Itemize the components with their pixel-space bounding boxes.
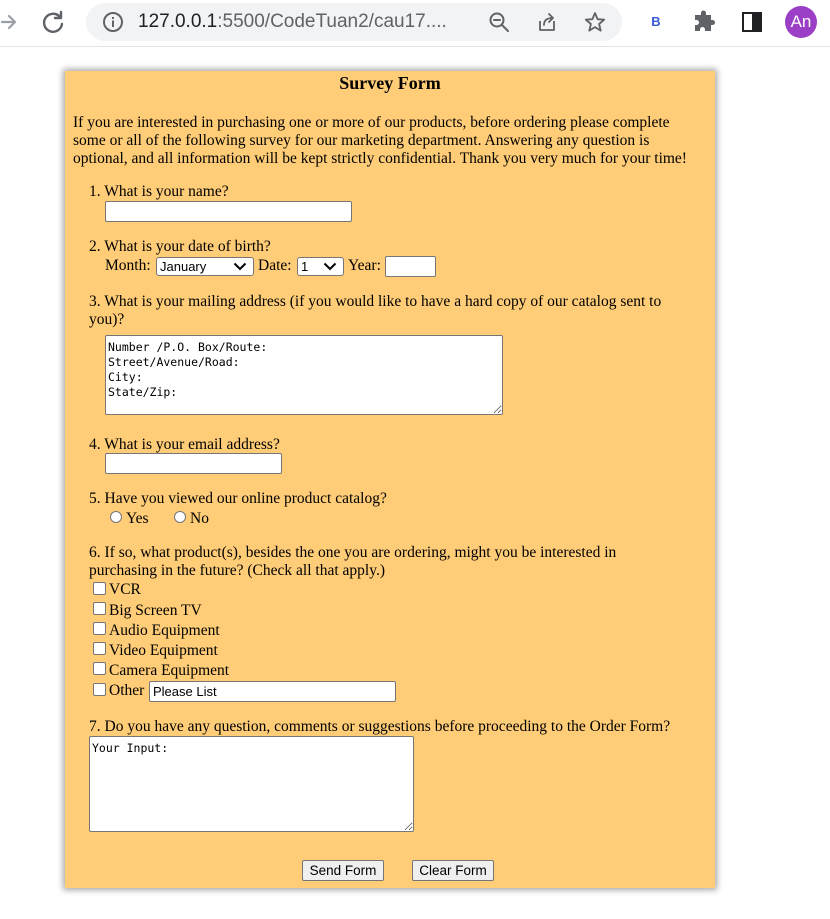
forward-arrow-icon[interactable]: [0, 8, 20, 36]
chevron-down-icon: [233, 262, 247, 271]
date-select[interactable]: 1: [297, 257, 344, 276]
bookmark-star-icon[interactable]: [584, 11, 606, 33]
profile-avatar[interactable]: An: [785, 6, 817, 38]
video-equipment-label: Video Equipment: [109, 642, 218, 659]
month-label: Month:: [105, 257, 151, 274]
form-title: Survey Form: [339, 73, 441, 93]
info-icon[interactable]: [102, 11, 124, 33]
survey-form-panel: Survey Form If you are interested in pur…: [65, 71, 715, 888]
catalog-yes-radio[interactable]: [110, 511, 122, 523]
camera-equipment-checkbox[interactable]: [93, 662, 106, 675]
q6-label-line2: purchasing in the future? (Check all tha…: [89, 562, 385, 579]
year-label: Year:: [348, 257, 381, 274]
q7-label: 7. Do you have any question, comments or…: [89, 718, 671, 735]
camera-equipment-label: Camera Equipment: [109, 662, 230, 679]
other-label: Other: [109, 682, 145, 699]
date-label: Date:: [258, 257, 292, 274]
q6-label-line1: 6. If so, what product(s), besides the o…: [89, 544, 617, 561]
email-input[interactable]: [105, 453, 282, 474]
vcr-label: VCR: [109, 581, 141, 598]
catalog-yes-label: Yes: [126, 510, 149, 527]
q3-label-line2: you)?: [89, 311, 125, 328]
reload-icon[interactable]: [40, 9, 66, 35]
q1-label: 1. What is your name?: [89, 183, 229, 200]
mailing-address-textarea[interactable]: Number /P.O. Box/Route: Street/Avenue/Ro…: [105, 335, 503, 415]
share-icon[interactable]: [536, 11, 558, 33]
chevron-down-icon: [323, 262, 337, 271]
intro-line: optional, and all information will be ke…: [73, 150, 687, 167]
vcr-checkbox[interactable]: [93, 582, 106, 595]
big-screen-tv-checkbox[interactable]: [93, 602, 106, 615]
zoom-out-icon[interactable]: [488, 11, 510, 33]
q2-label: 2. What is your date of birth?: [89, 238, 271, 255]
q3-label-line1: 3. What is your mailing address (if you …: [89, 293, 662, 310]
comments-textarea[interactable]: Your Input:: [89, 736, 414, 832]
other-checkbox[interactable]: [93, 683, 106, 696]
address-bar[interactable]: 127.0.0.1:5500/CodeTuan2/cau17....: [86, 3, 622, 41]
intro-line: some or all of the following survey for …: [73, 132, 650, 149]
month-select[interactable]: January: [156, 257, 254, 276]
audio-equipment-label: Audio Equipment: [109, 622, 220, 639]
month-select-value: January: [160, 259, 207, 274]
other-products-input[interactable]: [149, 681, 396, 702]
audio-equipment-checkbox[interactable]: [93, 622, 106, 635]
q4-label: 4. What is your email address?: [89, 436, 280, 453]
url-text[interactable]: 127.0.0.1:5500/CodeTuan2/cau17....: [138, 9, 447, 35]
side-panel-icon[interactable]: [741, 11, 763, 33]
url-host: 127.0.0.1: [138, 11, 218, 32]
url-path: :5500/CodeTuan2/cau17....: [217, 11, 447, 32]
extension-b-icon[interactable]: B: [648, 13, 664, 31]
name-input[interactable]: [105, 201, 352, 222]
browser-toolbar: 127.0.0.1:5500/CodeTuan2/cau17.... B An: [0, 0, 830, 47]
catalog-no-label: No: [190, 510, 209, 527]
catalog-no-radio[interactable]: [174, 511, 186, 523]
clear-form-button[interactable]: Clear Form: [412, 860, 494, 881]
q5-label: 5. Have you viewed our online product ca…: [89, 490, 387, 507]
video-equipment-checkbox[interactable]: [93, 642, 106, 655]
intro-line: If you are interested in purchasing one …: [73, 114, 670, 131]
year-input[interactable]: [385, 256, 436, 277]
extensions-puzzle-icon[interactable]: [692, 10, 716, 34]
send-form-button[interactable]: Send Form: [302, 860, 384, 881]
big-screen-tv-label: Big Screen TV: [109, 602, 202, 619]
date-select-value: 1: [301, 259, 309, 274]
intro-paragraph: If you are interested in purchasing one …: [73, 114, 713, 168]
